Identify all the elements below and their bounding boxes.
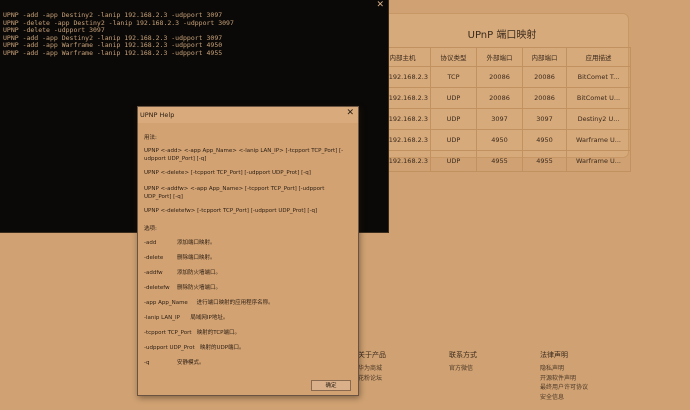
option-row: -lanip LAN_IP 局域网IP地址。	[144, 313, 228, 321]
footer-heading-about: 关于产品	[358, 351, 386, 359]
table-row: 192.168.2.3 UDP 4950 4950 Warframe U...	[374, 129, 631, 151]
cell-protocol: UDP	[430, 87, 477, 109]
option-name: -addfw	[144, 270, 163, 276]
option-desc: 删除端口映射。	[177, 255, 216, 261]
footer-link-privacy[interactable]: 隐私声明	[540, 364, 588, 374]
dialog-title: UPNP Help	[140, 111, 175, 119]
console-close-icon[interactable]: ✕	[376, 0, 384, 10]
cell-description: Warframe U...	[566, 129, 631, 151]
option-row: -q 安静模式。	[144, 358, 205, 366]
option-row: -deletefw 删除防火墙端口。	[144, 283, 221, 291]
footer-link-eula[interactable]: 最终用户许可协议	[540, 383, 588, 393]
footer-link-opensource[interactable]: 开源软件声明	[540, 374, 588, 384]
table-row: 192.168.2.3 UDP 4955 4955 Warframe U...	[374, 150, 631, 172]
console-line: UPNP -add -app Warframe -lanip 192.168.2…	[3, 48, 223, 57]
option-desc: 添加防火墙端口。	[177, 270, 222, 276]
footer-heading-legal: 法律声明	[540, 351, 568, 359]
usage-label: 用法:	[144, 135, 157, 141]
option-row: -app App_Name 进行端口映射的应用程序名称。	[144, 298, 274, 306]
option-desc: 添加端口映射。	[177, 240, 216, 246]
table-header-row: 内部主机 协议类型 外部端口 内部端口 应用描述	[374, 47, 631, 67]
cell-external-port: 3097	[476, 108, 523, 130]
option-desc: 局域网IP地址。	[190, 315, 229, 321]
ok-button[interactable]: 确定	[311, 380, 351, 391]
usage-line: UPNP <-deletefw> [-tcpport TCP_Port] [-u…	[144, 208, 318, 214]
cell-external-port: 4955	[476, 150, 523, 172]
column-header-internal-port: 内部端口	[522, 47, 567, 67]
footer-link-security[interactable]: 安全信息	[540, 393, 588, 403]
footer-about: 关于产品 华为商城 花粉论坛	[358, 350, 386, 383]
option-row: -tcpport TCP_Port 映射的TCP端口。	[144, 328, 240, 336]
cell-internal-port: 4950	[522, 129, 567, 151]
close-icon[interactable]: ✕	[346, 108, 354, 118]
upnp-help-dialog: UPNP Help ✕ 用法: UPNP <-add> <-app App_Na…	[137, 106, 359, 396]
option-name: -tcpport TCP_Port	[144, 330, 192, 336]
cell-protocol: UDP	[430, 150, 477, 172]
upnp-mapping-table: 内部主机 协议类型 外部端口 内部端口 应用描述 192.168.2.3 TCP…	[374, 47, 631, 172]
option-row: -addfw 添加防火墙端口。	[144, 268, 221, 276]
footer-heading-contact: 联系方式	[449, 351, 477, 359]
footer-link-forum[interactable]: 花粉论坛	[358, 374, 386, 384]
cell-internal-port: 20086	[522, 87, 567, 109]
footer-legal: 法律声明 隐私声明 开源软件声明 最终用户许可协议 安全信息	[540, 350, 588, 402]
cell-internal-port: 3097	[522, 108, 567, 130]
footer-link-vmall[interactable]: 华为商城	[358, 364, 386, 374]
option-name: -udpport UDP_Prot	[144, 345, 195, 351]
option-row: -add 添加端口映射。	[144, 238, 216, 246]
option-name: -app App_Name	[144, 300, 188, 306]
cell-description: BitComet U...	[566, 87, 631, 109]
usage-line: UPNP <-add> <-app App_Name> <-lanip LAN_…	[144, 148, 344, 162]
cell-internal-port: 20086	[522, 66, 567, 88]
cell-external-port: 20086	[476, 87, 523, 109]
option-desc: 删除防火墙端口。	[177, 285, 222, 291]
cell-internal-port: 4955	[522, 150, 567, 172]
option-row: -delete 删除端口映射。	[144, 253, 216, 261]
footer-contact: 联系方式 官方微信	[449, 350, 477, 374]
option-name: -delete	[144, 255, 164, 261]
table-row: 192.168.2.3 UDP 20086 20086 BitComet U..…	[374, 87, 631, 109]
cell-external-port: 20086	[476, 66, 523, 88]
console-output: UPNP -add -app Destiny2 -lanip 192.168.2…	[0, 11, 234, 58]
cell-description: Warframe U...	[566, 150, 631, 172]
cell-description: Destiny2 U...	[566, 108, 631, 130]
option-desc: 映射的TCP端口。	[196, 330, 240, 336]
cell-protocol: UDP	[430, 108, 477, 130]
option-desc: 安静模式。	[177, 360, 205, 366]
usage-line: UPNP <-addfw> <-app App_Name> [-tcpport …	[144, 186, 325, 200]
column-header-external-port: 外部端口	[476, 47, 523, 67]
option-name: -q	[144, 360, 150, 366]
option-name: -lanip LAN_IP	[144, 315, 180, 321]
table-row: 192.168.2.3 UDP 3097 3097 Destiny2 U...	[374, 108, 631, 130]
footer-link-wechat[interactable]: 官方微信	[449, 364, 477, 374]
table-row: 192.168.2.3 TCP 20086 20086 BitComet T..…	[374, 66, 631, 88]
options-label: 选项:	[144, 226, 157, 232]
option-desc: 进行端口映射的应用程序名称。	[196, 300, 274, 306]
cell-protocol: TCP	[430, 66, 477, 88]
upnp-mapping-panel: UPnP 端口映射 内部主机 协议类型 外部端口 内部端口 应用描述 192.1…	[373, 13, 631, 172]
panel-title: UPnP 端口映射	[467, 30, 537, 41]
option-desc: 映射的UDP端口。	[199, 345, 245, 351]
option-name: -add	[144, 240, 157, 246]
cell-description: BitComet T...	[566, 66, 631, 88]
option-name: -deletefw	[144, 285, 170, 291]
column-header-description: 应用描述	[566, 47, 631, 67]
help-content: 用法: UPNP <-add> <-app App_Name> <-lanip …	[144, 133, 356, 377]
cell-protocol: UDP	[430, 129, 477, 151]
cell-external-port: 4950	[476, 129, 523, 151]
dialog-titlebar[interactable]: UPNP Help ✕	[138, 107, 358, 123]
column-header-protocol: 协议类型	[430, 47, 477, 67]
option-row: -udpport UDP_Prot 映射的UDP端口。	[144, 343, 245, 351]
usage-line: UPNP <-delete> [-tcpport TCP_Port] [-udp…	[144, 170, 311, 176]
